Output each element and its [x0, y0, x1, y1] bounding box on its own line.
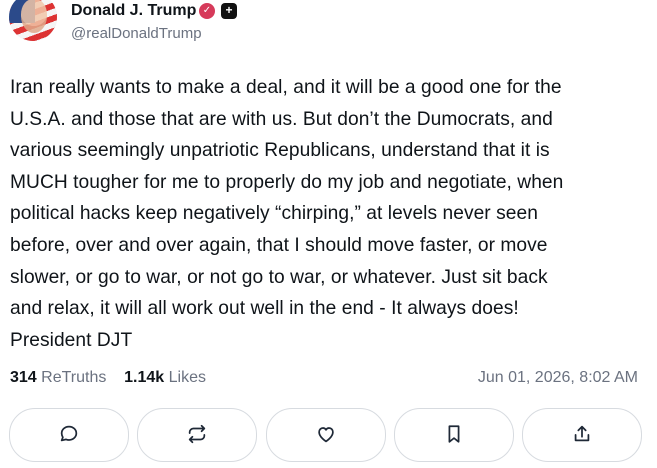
post-line: Iran really wants to make a deal, and it…: [10, 77, 562, 98]
reply-icon: [60, 425, 78, 442]
post-line: various seemingly unpatriotic Republican…: [10, 140, 550, 162]
post-line: slower, or go to war, or not go to war, …: [10, 266, 548, 288]
retruth-button[interactable]: [137, 408, 257, 462]
retruths-label[interactable]: ReTruths: [41, 369, 106, 386]
account-badge-icon: +: [221, 3, 237, 19]
post-line: before, over and over again, that I shou…: [10, 234, 548, 256]
post-text: Iran really wants to make a deal, and it…: [10, 72, 650, 356]
share-button[interactable]: [522, 408, 642, 462]
author-handle[interactable]: @realDonaldTrump: [71, 25, 202, 42]
post-timestamp[interactable]: Jun 01, 2026, 8:02 AM: [478, 369, 638, 387]
avatar[interactable]: [9, 0, 57, 41]
post-line: MUCH tougher for me to properly do my jo…: [10, 171, 564, 193]
bookmark-button[interactable]: [394, 408, 514, 462]
post-line: political hacks keep negatively “chirpin…: [10, 203, 538, 225]
likes-count[interactable]: 1.14k: [124, 369, 164, 386]
post-line: and relax, it will all work out well in …: [10, 298, 519, 320]
like-icon: [318, 427, 334, 443]
avatar-face: [21, 0, 47, 33]
likes-label[interactable]: Likes: [169, 369, 206, 386]
verified-badge-icon: ✓: [199, 3, 215, 19]
like-button[interactable]: [266, 408, 386, 462]
post-line: President DJT: [10, 329, 133, 351]
retruths-count[interactable]: 314: [10, 369, 37, 386]
post-line: U.S.A. and those that are with us. But d…: [10, 108, 553, 130]
reply-button[interactable]: [9, 408, 129, 462]
share-icon: [574, 425, 590, 442]
retruth-icon: [188, 424, 206, 444]
post-stats: 314 ReTruths 1.14k Likes: [10, 369, 206, 387]
action-bar: [0, 408, 657, 468]
bookmark-icon: [448, 425, 460, 443]
author-name[interactable]: Donald J. Trump: [71, 1, 196, 21]
